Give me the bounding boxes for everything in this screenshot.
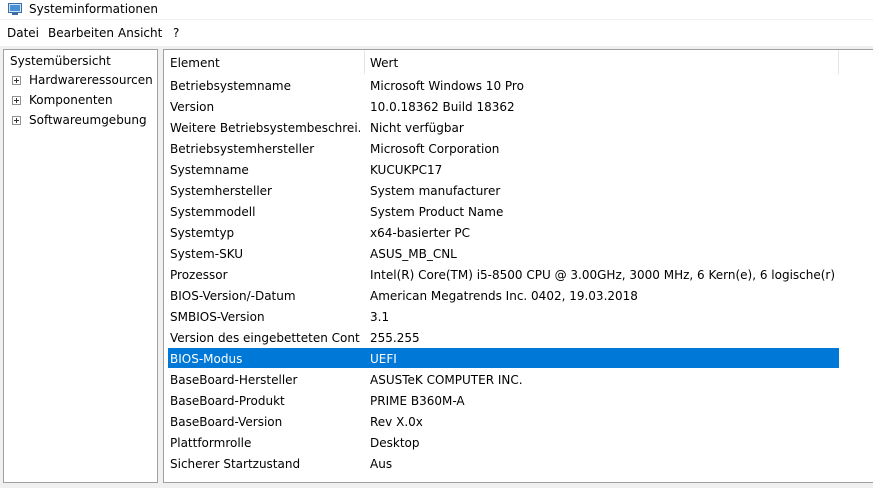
category-tree[interactable]: Systemübersicht Hardwareressourcen Kompo… [3,49,158,483]
details-list[interactable]: Element Wert Betriebsystemname Microsoft … [163,49,873,483]
row-element-cell: Systemtyp [170,226,235,240]
table-row[interactable]: BaseBoard-Version Rev X.0x [164,411,873,432]
row-element-cell: Betriebsystemhersteller [170,142,315,156]
plus-box-icon[interactable] [12,96,21,105]
row-value-cell: American Megatrends Inc. 0402, 19.03.201… [370,289,638,303]
row-element-cell: Systemname [170,163,249,177]
row-value-cell: Desktop [370,436,420,450]
table-row[interactable]: Plattformrolle Desktop [164,432,873,453]
row-element-cell: Prozessor [170,268,228,282]
row-element-cell: SMBIOS-Version [170,310,265,324]
plus-box-icon[interactable] [12,76,21,85]
table-row[interactable]: Weitere Betriebsystembeschrei... Nicht ve… [164,117,873,138]
row-value-cell: System Product Name [370,205,504,219]
tree-item-label: Komponenten [29,93,113,107]
system-information-icon [8,3,22,15]
table-row[interactable]: Systemname KUCUKPC17 [164,159,873,180]
row-element-cell: Sicherer Startzustand [170,457,301,471]
row-value-cell: KUCUKPC17 [370,163,443,177]
plus-box-icon[interactable] [12,116,21,125]
column-header-element[interactable]: Element [170,56,220,70]
row-value-cell: ASUSTeK COMPUTER INC. [370,373,523,387]
row-element-cell: Plattformrolle [170,436,252,450]
row-value-cell: PRIME B360M-A [370,394,465,408]
row-element-cell: Systemmodell [170,205,256,219]
row-value-cell: Microsoft Corporation [370,142,500,156]
table-row[interactable]: Version des eingebetteten Cont... 255.255 [164,327,873,348]
row-value-cell: Rev X.0x [370,415,423,429]
menu-ansicht[interactable]: Ansicht [118,26,162,40]
row-value-cell: UEFI [370,352,397,366]
row-element-cell: Systemhersteller [170,184,272,198]
table-row[interactable]: BIOS-Version/-Datum American Megatrends I… [164,285,873,306]
menu-help[interactable]: ? [173,26,179,40]
column-header-wert[interactable]: Wert [370,56,398,70]
table-row[interactable]: Systemmodell System Product Name [164,201,873,222]
title-bar: Systeminformationen [0,0,873,19]
window-title: Systeminformationen [29,2,158,16]
table-row[interactable]: SMBIOS-Version 3.1 [164,306,873,327]
row-value-cell: ASUS_MB_CNL [370,247,457,261]
row-value-cell: Aus [370,457,393,471]
menu-bearbeiten[interactable]: Bearbeiten [48,26,114,40]
table-row[interactable]: BaseBoard-Produkt PRIME B360M-A [164,390,873,411]
row-element-cell: Betriebsystemname [170,79,292,93]
row-value-cell: Nicht verfügbar [370,121,464,135]
tree-item-label: Hardwareressourcen [29,73,153,87]
table-row[interactable]: Systemhersteller System manufacturer [164,180,873,201]
row-element-cell: BaseBoard-Hersteller [170,373,298,387]
column-divider[interactable] [838,50,839,74]
table-row[interactable]: System-SKU ASUS_MB_CNL [164,243,873,264]
row-element-cell: BaseBoard-Produkt [170,394,285,408]
table-row[interactable]: Version 10.0.18362 Build 18362 [164,96,873,117]
row-element-cell: Version [170,100,215,114]
column-divider[interactable] [364,50,365,74]
row-value-cell: Intel(R) Core(TM) i5-8500 CPU @ 3.00GHz,… [370,268,836,282]
row-element-cell: BIOS-Version/-Datum [170,289,296,303]
table-row[interactable]: BIOS-Modus UEFI [164,348,873,369]
table-row[interactable]: Betriebsystemname Microsoft Windows 10 Pr… [164,75,873,96]
row-value-cell: 10.0.18362 Build 18362 [370,100,515,114]
menu-bar: Datei Bearbeiten Ansicht ? [0,20,873,46]
column-header-row: Element Wert [164,50,873,74]
tree-item-systemuebersicht[interactable]: Systemübersicht [10,54,111,68]
menu-datei[interactable]: Datei [7,26,39,40]
table-row[interactable]: Prozessor Intel(R) Core(TM) i5-8500 CPU @… [164,264,873,285]
tree-item-label: Softwareumgebung [29,113,147,127]
table-row[interactable]: Betriebsystemhersteller Microsoft Corpora… [164,138,873,159]
row-value-cell: Microsoft Windows 10 Pro [370,79,524,93]
row-element-cell: BaseBoard-Version [170,415,283,429]
row-value-cell: 3.1 [370,310,390,324]
row-value-cell: System manufacturer [370,184,501,198]
table-body: Betriebsystemname Microsoft Windows 10 Pr… [164,75,873,474]
row-element-cell: Version des eingebetteten Cont... [170,331,360,345]
table-row[interactable]: Systemtyp x64-basierter PC [164,222,873,243]
table-row[interactable]: BaseBoard-Hersteller ASUSTeK COMPUTER INC… [164,369,873,390]
row-value-cell: 255.255 [370,331,420,345]
row-element-cell: Weitere Betriebsystembeschrei... [170,121,360,135]
table-row[interactable]: Sicherer Startzustand Aus [164,453,873,474]
row-element-cell: BIOS-Modus [170,352,243,366]
row-element-cell: System-SKU [170,247,244,261]
row-value-cell: x64-basierter PC [370,226,471,240]
